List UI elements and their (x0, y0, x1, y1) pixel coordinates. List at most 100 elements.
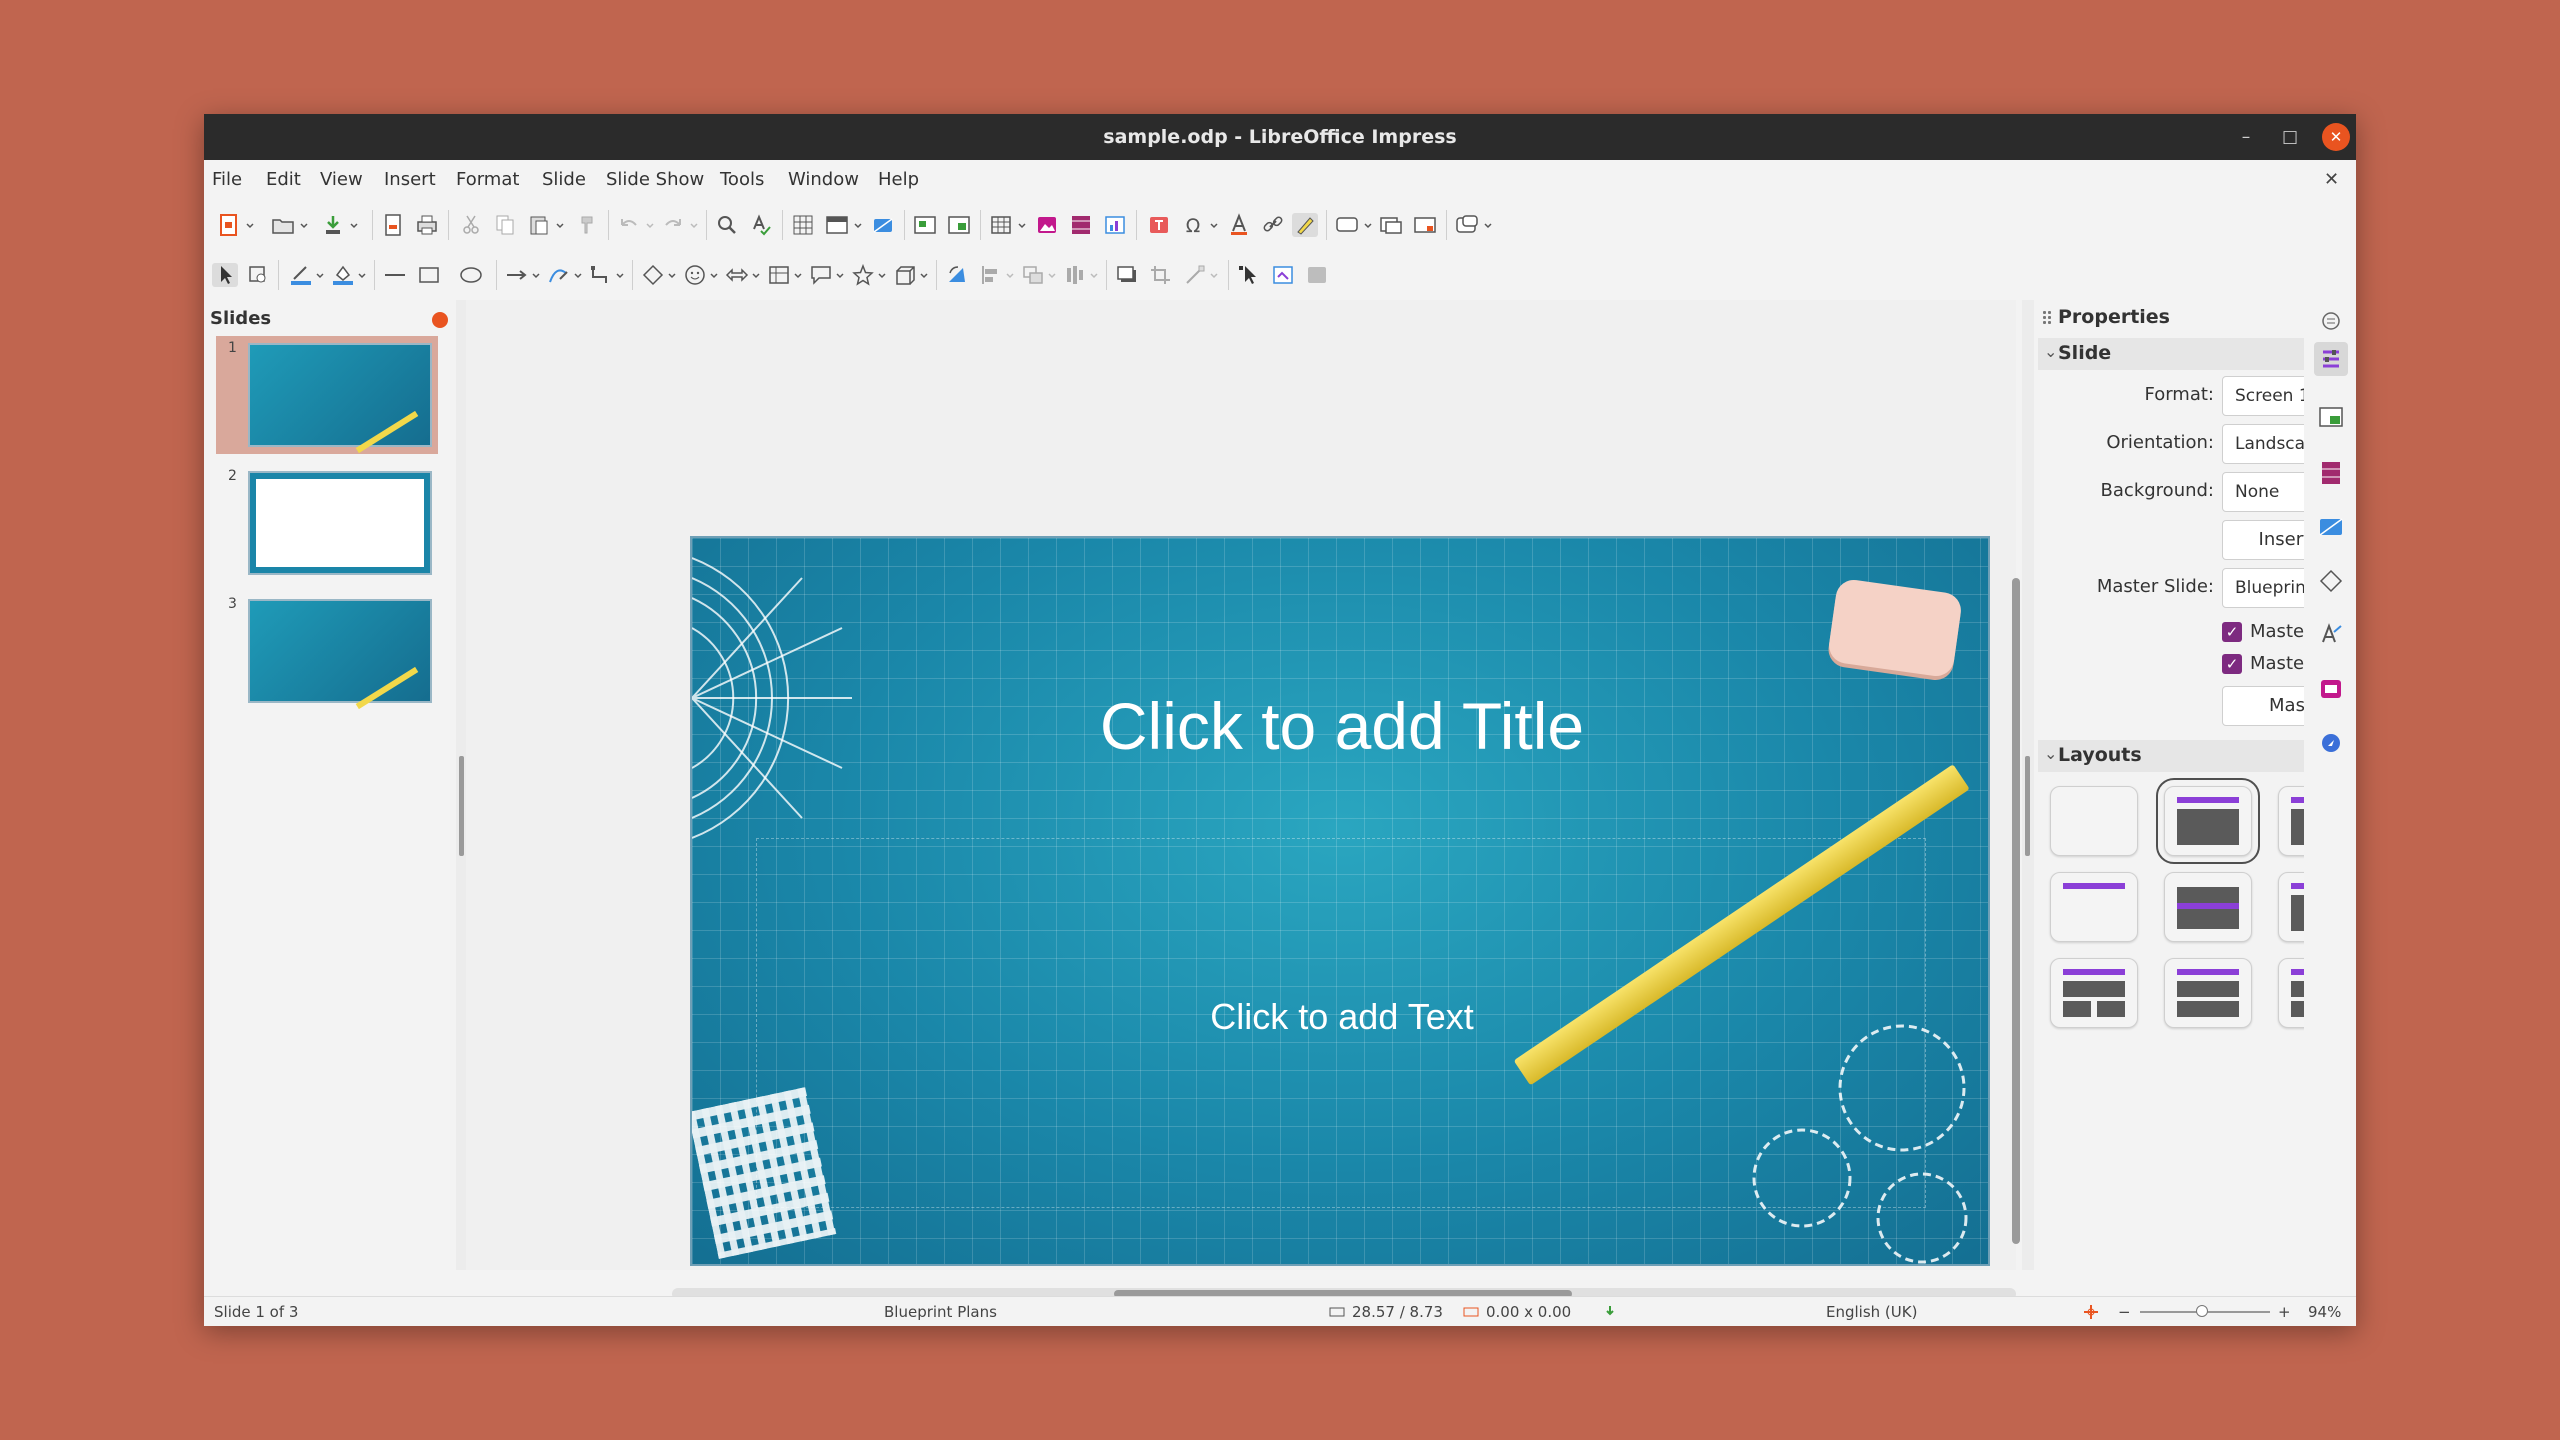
maximize-button[interactable]: □ (2276, 123, 2304, 151)
new-slide-icon[interactable] (912, 213, 938, 237)
chevron-down-icon[interactable] (668, 263, 676, 287)
slide-transition-icon[interactable] (2314, 400, 2348, 434)
zoom-slider[interactable] (2140, 1305, 2270, 1317)
line-color-icon[interactable] (288, 263, 314, 287)
duplicate-slide-icon[interactable] (946, 213, 972, 237)
symbol-shapes-icon[interactable] (682, 263, 708, 287)
close-pane-icon[interactable] (432, 312, 448, 328)
animation-icon[interactable] (2314, 456, 2348, 490)
display-mode-icon[interactable] (1454, 213, 1480, 237)
chevron-down-icon[interactable] (358, 263, 366, 287)
gallery-icon[interactable] (2314, 672, 2348, 706)
text-placeholder[interactable]: Click to add Text (692, 996, 1988, 1038)
special-character-icon[interactable]: Ω (1180, 213, 1206, 237)
slide-canvas[interactable]: Click to add Title Click to add Text (690, 536, 1990, 1266)
insert-image-icon[interactable] (1034, 213, 1060, 237)
chevron-down-icon[interactable] (300, 213, 308, 237)
menu-view[interactable]: View (320, 160, 363, 200)
save-icon[interactable] (320, 213, 346, 237)
callout-icon[interactable] (808, 263, 834, 287)
fill-color-icon[interactable] (330, 263, 356, 287)
paste-icon[interactable] (526, 213, 552, 237)
styles-icon[interactable] (2314, 618, 2348, 652)
export-pdf-icon[interactable] (380, 213, 406, 237)
layout-title-only[interactable] (2050, 872, 2138, 942)
menu-format[interactable]: Format (456, 160, 519, 200)
chevron-down-icon[interactable] (1210, 213, 1218, 237)
star-icon[interactable] (850, 263, 876, 287)
draw-pen-icon[interactable] (1292, 213, 1318, 237)
drag-handle-icon[interactable] (2042, 310, 2052, 326)
menu-edit[interactable]: Edit (266, 160, 301, 200)
menu-slide[interactable]: Slide (542, 160, 586, 200)
comment-icon[interactable] (1334, 213, 1360, 237)
layout-centered-text[interactable] (2164, 872, 2252, 942)
zoom-pan-icon[interactable] (246, 263, 272, 287)
crop-icon[interactable] (1148, 263, 1174, 287)
chevron-down-icon[interactable] (1090, 263, 1098, 287)
chevron-down-icon[interactable] (316, 263, 324, 287)
zoom-out-button[interactable]: − (2118, 1303, 2131, 1321)
display-grid-icon[interactable] (790, 213, 816, 237)
3d-objects-icon[interactable] (892, 263, 918, 287)
close-document-button[interactable]: ✕ (2324, 160, 2339, 200)
chevron-down-icon[interactable] (1048, 263, 1056, 287)
chevron-down-icon[interactable] (1006, 263, 1014, 287)
chevron-down-icon[interactable] (836, 263, 844, 287)
chevron-down-icon[interactable] (794, 263, 802, 287)
chevron-down-icon[interactable] (532, 263, 540, 287)
chevron-down-icon[interactable] (710, 263, 718, 287)
flowchart-icon[interactable] (766, 263, 792, 287)
chevron-down-icon[interactable] (556, 213, 564, 237)
insert-chart-icon[interactable] (1102, 213, 1128, 237)
text-box-icon[interactable] (1146, 213, 1172, 237)
checkbox-checked-icon[interactable]: ✓ (2222, 654, 2242, 674)
menu-file[interactable]: File (212, 160, 242, 200)
shadow-icon[interactable] (1114, 263, 1140, 287)
chevron-down-icon[interactable] (1484, 213, 1492, 237)
display-views-icon[interactable] (824, 213, 850, 237)
find-replace-icon[interactable] (714, 213, 740, 237)
language-status[interactable]: English (UK) (1826, 1303, 1917, 1321)
hyperlink-icon[interactable] (1260, 213, 1286, 237)
shapes-icon[interactable] (2314, 564, 2348, 598)
slide-editing-area[interactable]: Click to add Title Click to add Text (466, 300, 2016, 1270)
table-icon[interactable] (988, 213, 1014, 237)
print-icon[interactable] (414, 213, 440, 237)
master-slide-icon[interactable] (870, 213, 896, 237)
undo-icon[interactable] (616, 213, 642, 237)
distribute-icon[interactable] (1062, 263, 1088, 287)
chevron-down-icon[interactable] (690, 213, 698, 237)
chevron-down-icon[interactable] (1364, 213, 1372, 237)
layout-title-content-over-content[interactable] (2164, 958, 2252, 1028)
block-arrows-icon[interactable] (724, 263, 750, 287)
ellipse-icon[interactable] (458, 263, 484, 287)
slide-thumbnail-3[interactable]: 3 (216, 592, 438, 710)
open-folder-icon[interactable] (270, 213, 296, 237)
arrow-line-icon[interactable] (504, 263, 530, 287)
document-modified-icon[interactable] (1604, 1304, 1616, 1320)
sidebar-menu-icon[interactable] (2314, 304, 2348, 338)
chevron-down-icon[interactable] (574, 263, 582, 287)
master-slides-icon[interactable] (2314, 510, 2348, 544)
chevron-down-icon[interactable] (1018, 213, 1026, 237)
chevron-down-icon[interactable] (752, 263, 760, 287)
insert-media-icon[interactable] (1068, 213, 1094, 237)
slide-show-start-icon[interactable] (1378, 213, 1404, 237)
points-edit-icon[interactable] (1236, 263, 1262, 287)
new-document-icon[interactable] (216, 213, 242, 237)
curve-icon[interactable] (546, 263, 572, 287)
vertical-scrollbar[interactable] (2010, 300, 2022, 1270)
toggle-extrusion-icon[interactable] (1304, 263, 1330, 287)
align-objects-icon[interactable] (978, 263, 1004, 287)
spelling-icon[interactable] (748, 213, 774, 237)
slides-pane-splitter[interactable] (456, 300, 466, 1270)
chevron-down-icon[interactable] (350, 213, 358, 237)
chevron-down-icon[interactable] (246, 213, 254, 237)
fit-slide-icon[interactable] (2082, 1303, 2100, 1321)
filter-icon[interactable] (1182, 263, 1208, 287)
title-placeholder[interactable]: Click to add Title (692, 688, 1988, 764)
zoom-level[interactable]: 94% (2308, 1303, 2341, 1321)
zoom-slider-knob[interactable] (2196, 1305, 2208, 1317)
sidebar-splitter[interactable] (2022, 300, 2034, 1270)
